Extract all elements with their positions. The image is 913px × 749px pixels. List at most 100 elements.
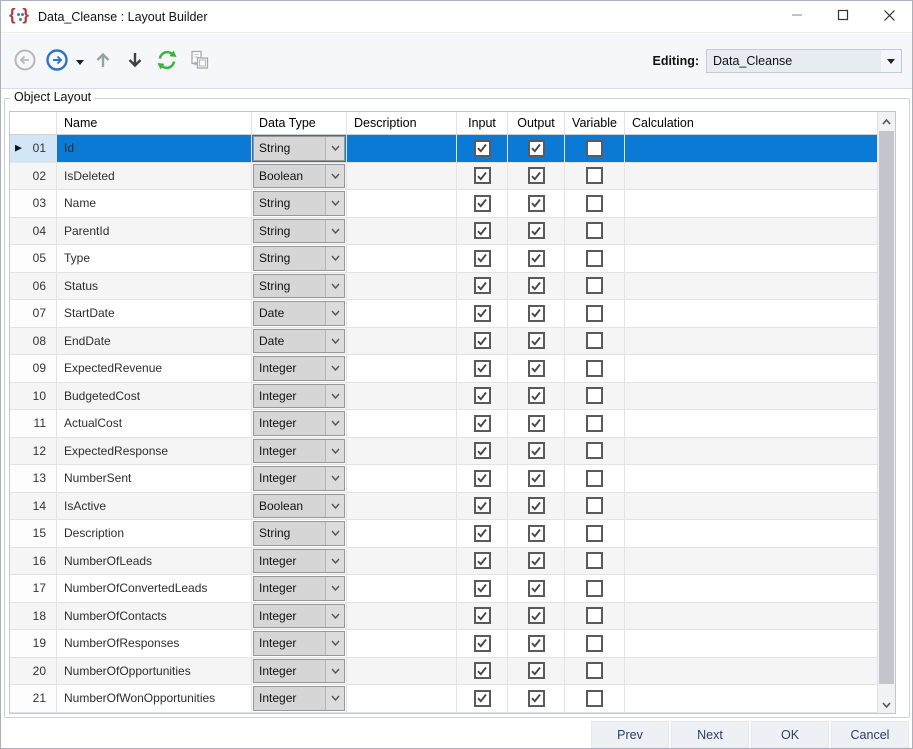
input-checkbox[interactable] xyxy=(474,662,491,679)
data-type-select[interactable]: Integer xyxy=(253,411,345,436)
forward-button[interactable] xyxy=(41,44,73,78)
input-checkbox[interactable] xyxy=(474,277,491,294)
description-cell[interactable] xyxy=(347,465,457,493)
variable-checkbox[interactable] xyxy=(586,442,603,459)
col-header-name[interactable]: Name xyxy=(57,112,252,135)
description-cell[interactable] xyxy=(347,493,457,521)
description-cell[interactable] xyxy=(347,383,457,411)
input-checkbox[interactable] xyxy=(474,332,491,349)
data-type-dropdown-icon[interactable] xyxy=(325,302,344,325)
input-checkbox[interactable] xyxy=(474,140,491,157)
data-type-select[interactable]: String xyxy=(253,219,345,244)
calculation-cell[interactable] xyxy=(625,630,878,658)
data-type-select[interactable]: Date xyxy=(253,301,345,326)
data-type-select[interactable]: String xyxy=(253,136,345,161)
name-cell[interactable]: IsDeleted xyxy=(57,163,252,191)
calculation-cell[interactable] xyxy=(625,273,878,301)
description-cell[interactable] xyxy=(347,163,457,191)
prev-button[interactable]: Prev xyxy=(591,721,669,748)
input-checkbox[interactable] xyxy=(474,552,491,569)
output-checkbox[interactable] xyxy=(528,195,545,212)
output-checkbox[interactable] xyxy=(528,222,545,239)
col-header-variable[interactable]: Variable xyxy=(565,112,625,135)
row-header[interactable]: 16 xyxy=(10,548,57,576)
calculation-cell[interactable] xyxy=(625,410,878,438)
output-checkbox[interactable] xyxy=(528,360,545,377)
name-cell[interactable]: Description xyxy=(57,520,252,548)
name-cell[interactable]: Id xyxy=(57,135,252,163)
input-checkbox[interactable] xyxy=(474,690,491,707)
calculation-cell[interactable] xyxy=(625,383,878,411)
output-checkbox[interactable] xyxy=(528,332,545,349)
data-type-dropdown-icon[interactable] xyxy=(325,550,344,573)
variable-checkbox[interactable] xyxy=(586,580,603,597)
data-type-dropdown-icon[interactable] xyxy=(325,467,344,490)
data-type-select[interactable]: Integer xyxy=(253,384,345,409)
data-type-dropdown-icon[interactable] xyxy=(325,495,344,518)
name-cell[interactable]: NumberOfWonOpportunities xyxy=(57,685,252,713)
calculation-cell[interactable] xyxy=(625,465,878,493)
input-checkbox[interactable] xyxy=(474,250,491,267)
calculation-cell[interactable] xyxy=(625,603,878,631)
input-checkbox[interactable] xyxy=(474,635,491,652)
output-checkbox[interactable] xyxy=(528,662,545,679)
scroll-up-button[interactable] xyxy=(878,112,895,129)
col-header-calculation[interactable]: Calculation xyxy=(625,112,878,135)
input-checkbox[interactable] xyxy=(474,580,491,597)
variable-checkbox[interactable] xyxy=(586,387,603,404)
data-type-dropdown-icon[interactable] xyxy=(325,247,344,270)
col-header-data-type[interactable]: Data Type xyxy=(252,112,347,135)
output-checkbox[interactable] xyxy=(528,580,545,597)
input-checkbox[interactable] xyxy=(474,360,491,377)
forward-dropdown-button[interactable] xyxy=(73,44,87,78)
name-cell[interactable]: IsActive xyxy=(57,493,252,521)
data-type-select[interactable]: Integer xyxy=(253,604,345,629)
variable-checkbox[interactable] xyxy=(586,195,603,212)
output-checkbox[interactable] xyxy=(528,305,545,322)
input-checkbox[interactable] xyxy=(474,470,491,487)
row-header[interactable]: 05 xyxy=(10,245,57,273)
variable-checkbox[interactable] xyxy=(586,222,603,239)
data-type-dropdown-icon[interactable] xyxy=(325,412,344,435)
maximize-button[interactable] xyxy=(820,1,866,33)
move-down-button[interactable] xyxy=(119,44,151,78)
data-type-dropdown-icon[interactable] xyxy=(325,357,344,380)
refresh-button[interactable] xyxy=(151,44,183,78)
calculation-cell[interactable] xyxy=(625,355,878,383)
editing-combobox[interactable]: Data_Cleanse xyxy=(706,49,902,73)
calculation-cell[interactable] xyxy=(625,548,878,576)
row-header[interactable]: 09 xyxy=(10,355,57,383)
data-type-select[interactable]: String xyxy=(253,246,345,271)
data-type-select[interactable]: Integer xyxy=(253,439,345,464)
description-cell[interactable] xyxy=(347,630,457,658)
name-cell[interactable]: NumberOfConvertedLeads xyxy=(57,575,252,603)
description-cell[interactable] xyxy=(347,438,457,466)
calculation-cell[interactable] xyxy=(625,520,878,548)
output-checkbox[interactable] xyxy=(528,635,545,652)
output-checkbox[interactable] xyxy=(528,470,545,487)
data-type-select[interactable]: Boolean xyxy=(253,494,345,519)
variable-checkbox[interactable] xyxy=(586,690,603,707)
output-checkbox[interactable] xyxy=(528,277,545,294)
col-header-output[interactable]: Output xyxy=(508,112,565,135)
next-button[interactable]: Next xyxy=(671,721,749,748)
move-up-button[interactable] xyxy=(87,44,119,78)
calculation-cell[interactable] xyxy=(625,328,878,356)
name-cell[interactable]: BudgetedCost xyxy=(57,383,252,411)
description-cell[interactable] xyxy=(347,245,457,273)
input-checkbox[interactable] xyxy=(474,167,491,184)
input-checkbox[interactable] xyxy=(474,195,491,212)
description-cell[interactable] xyxy=(347,190,457,218)
data-type-select[interactable]: String xyxy=(253,521,345,546)
description-cell[interactable] xyxy=(347,135,457,163)
description-cell[interactable] xyxy=(347,328,457,356)
output-checkbox[interactable] xyxy=(528,690,545,707)
input-checkbox[interactable] xyxy=(474,497,491,514)
name-cell[interactable]: Type xyxy=(57,245,252,273)
output-checkbox[interactable] xyxy=(528,552,545,569)
data-type-dropdown-icon[interactable] xyxy=(325,165,344,188)
name-cell[interactable]: NumberOfLeads xyxy=(57,548,252,576)
output-checkbox[interactable] xyxy=(528,497,545,514)
variable-checkbox[interactable] xyxy=(586,497,603,514)
variable-checkbox[interactable] xyxy=(586,332,603,349)
